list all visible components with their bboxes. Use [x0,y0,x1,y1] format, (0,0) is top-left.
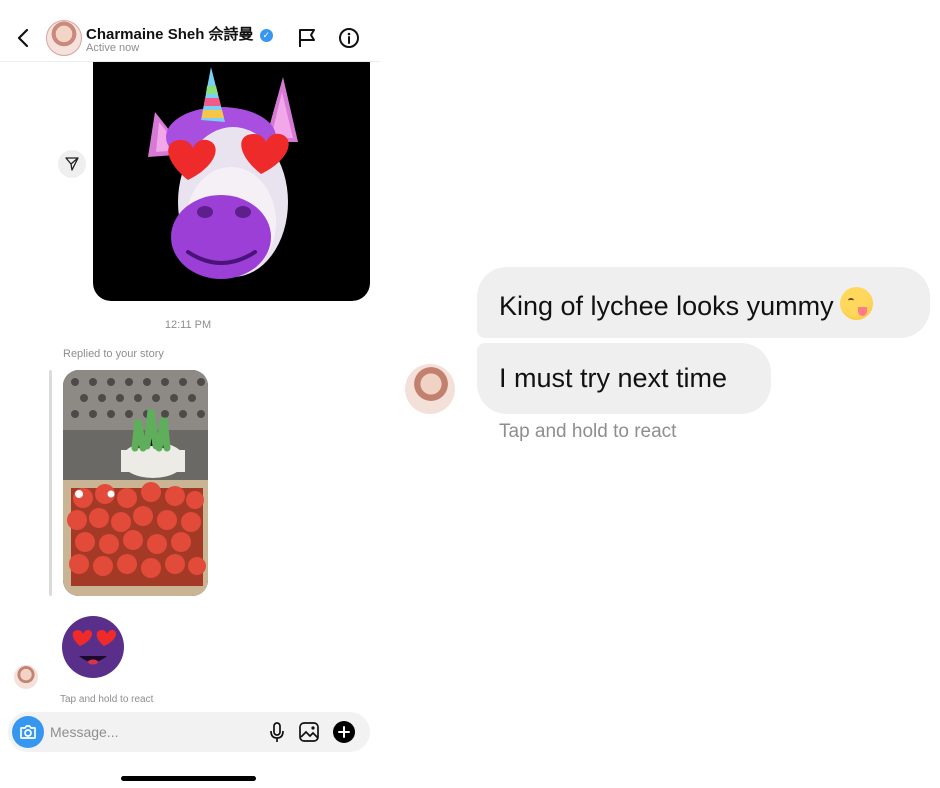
drooling-face-emoji-icon [839,287,873,320]
camera-icon[interactable] [12,716,44,748]
home-indicator [121,776,256,781]
message-bubble[interactable]: King of lychee looks yummy [477,267,930,338]
message-text: I must try next time [499,363,728,393]
sender-avatar[interactable] [405,364,455,414]
tap-hold-hint: Tap and hold to react [60,694,154,705]
sender-avatar[interactable] [14,665,38,689]
animoji-unicorn-image[interactable] [93,62,370,301]
info-icon[interactable] [338,27,360,49]
verified-badge-icon: ✓ [259,29,273,42]
back-icon[interactable] [14,26,34,50]
heart-eyes-sticker-image[interactable] [62,616,124,678]
message-input[interactable] [50,720,250,744]
story-reply-label: Replied to your story [63,348,164,360]
message-timestamp: 12:11 PM [164,319,212,331]
active-status: Active now [86,42,140,54]
story-lychee-image[interactable] [63,370,208,596]
tap-hold-hint: Tap and hold to react [499,421,677,442]
send-icon[interactable] [58,150,86,178]
microphone-icon[interactable] [266,721,288,743]
plus-icon[interactable] [333,721,355,743]
contact-name[interactable]: Charmaine Sheh 佘詩曼 ✓ [86,23,273,44]
chat-screen: Charmaine Sheh 佘詩曼 ✓ Active now 12:11 PM… [0,0,380,788]
flag-icon[interactable] [296,27,318,49]
story-reply-divider [49,370,52,596]
contact-avatar[interactable] [46,20,82,56]
message-text: King of lychee looks yummy [499,291,834,321]
contact-name-text: Charmaine Sheh 佘詩曼 [86,26,254,43]
message-composer [8,712,370,752]
message-bubble[interactable]: I must try next time [477,343,771,414]
image-icon[interactable] [298,721,320,743]
chat-header: Charmaine Sheh 佘詩曼 ✓ Active now [0,0,380,62]
